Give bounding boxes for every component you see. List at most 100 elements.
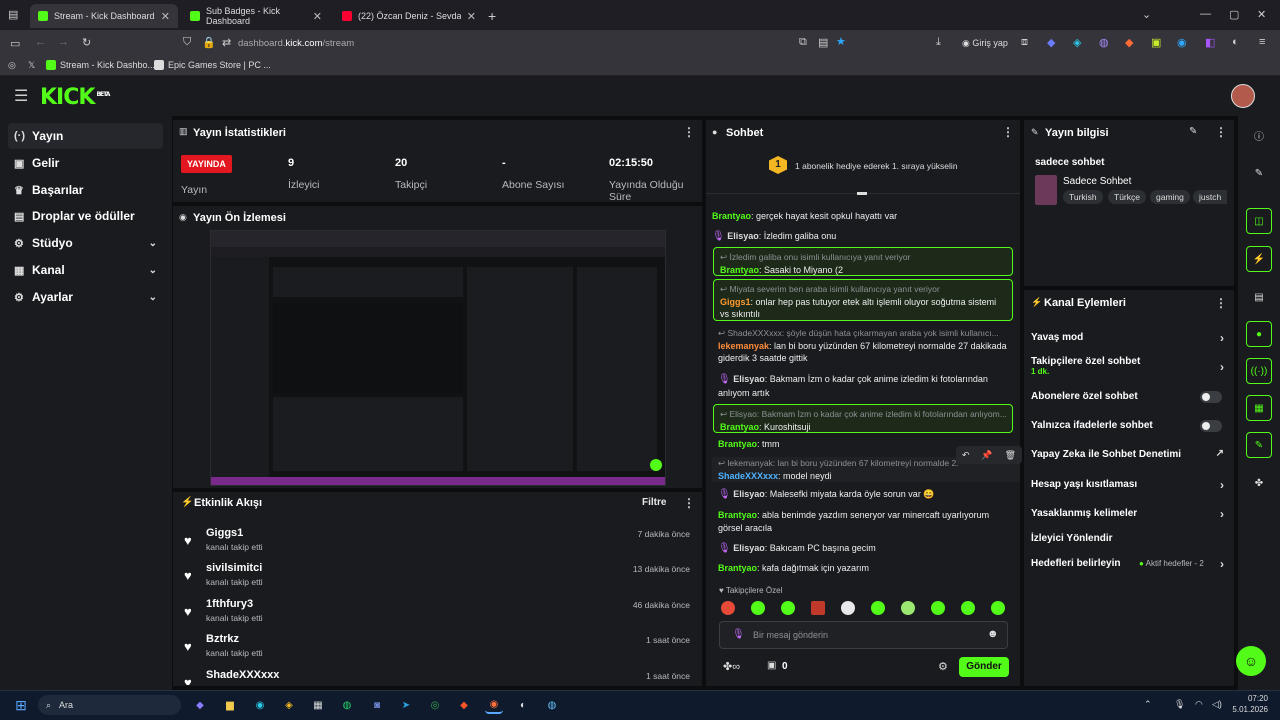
chat-icon[interactable]: ●: [1246, 321, 1272, 347]
clock[interactable]: 07:20 5.01.2026: [1232, 693, 1268, 715]
close-window-icon[interactable]: ✕: [1257, 8, 1266, 21]
emote[interactable]: [781, 601, 795, 615]
chat-username[interactable]: Brantyao: [718, 563, 757, 573]
bookmark-epic[interactable]: Epic Games Store | PC ...: [154, 60, 271, 70]
emote[interactable]: [811, 601, 825, 615]
sidebar-item-kanal[interactable]: ▦ Kanal ⌄: [8, 257, 163, 283]
subs-only-toggle[interactable]: [1200, 391, 1222, 403]
tag[interactable]: Turkish: [1063, 190, 1103, 204]
emote[interactable]: [841, 601, 855, 615]
ai-moderation-row[interactable]: Yapay Zeka ile Sohbet Denetimi ↗: [1031, 448, 1226, 469]
subs-only-row[interactable]: Abonelere özel sohbet: [1031, 391, 1226, 411]
extension-icon[interactable]: ◐: [1232, 36, 1239, 48]
x-logo-icon[interactable]: 𝕏: [28, 60, 35, 71]
activity-user[interactable]: ShadeXXXxxx: [206, 669, 279, 681]
reload-icon[interactable]: ↻: [82, 36, 91, 49]
obs-icon[interactable]: ◐: [514, 696, 532, 714]
kick-logo[interactable]: KICK BETA: [40, 85, 110, 110]
extension-icon[interactable]: ◈: [1073, 36, 1081, 49]
chat-username[interactable]: Elisyao: [733, 543, 765, 553]
whatsapp-icon[interactable]: ◍: [338, 696, 356, 714]
calculator-icon[interactable]: ▦: [309, 696, 327, 714]
extension-icon[interactable]: ▣: [1151, 36, 1161, 49]
emote[interactable]: [871, 601, 885, 615]
forward-icon[interactable]: →: [58, 36, 69, 48]
chrome-icon[interactable]: ◎: [426, 696, 444, 714]
stream-preview-video[interactable]: [210, 230, 666, 486]
stats-more-icon[interactable]: ⋮: [683, 125, 695, 139]
followers-only-row[interactable]: Takipçilere özel sohbet 1 dk. ›: [1031, 356, 1226, 380]
volume-icon[interactable]: ◁): [1212, 699, 1222, 710]
tab-dropdown-icon[interactable]: ⌄: [1142, 8, 1151, 21]
reader-icon[interactable]: ▤: [818, 36, 828, 49]
globe-icon[interactable]: ◎: [8, 60, 16, 71]
document-icon[interactable]: ▤: [1246, 284, 1272, 310]
actions-more-icon[interactable]: ⋮: [1215, 296, 1227, 310]
emote[interactable]: [931, 601, 945, 615]
emote[interactable]: [961, 601, 975, 615]
chat-username[interactable]: Brantyao: [712, 211, 751, 221]
extension-icon[interactable]: ◍: [1099, 36, 1109, 49]
chat-username[interactable]: Elisyao: [733, 374, 765, 384]
activity-more-icon[interactable]: ⋮: [683, 496, 695, 510]
emote[interactable]: [721, 601, 735, 615]
kick-points-icon[interactable]: ✤∞: [723, 660, 740, 673]
lightning-icon[interactable]: ⚡: [1246, 246, 1272, 272]
back-icon[interactable]: ←: [35, 36, 46, 48]
scroll-handle-icon[interactable]: ▬: [857, 187, 867, 198]
reply-icon[interactable]: ↶: [962, 450, 970, 461]
delete-icon[interactable]: 🗑: [1005, 450, 1016, 461]
wifi-icon[interactable]: ◠: [1195, 699, 1203, 710]
chat-username[interactable]: Giggs1: [720, 297, 751, 307]
chat-settings-icon[interactable]: ⚙: [938, 660, 948, 673]
chat-username[interactable]: ShadeXXXxxx: [718, 471, 778, 481]
layout-icon[interactable]: ▦: [1246, 395, 1272, 421]
minimize-icon[interactable]: —: [1200, 8, 1211, 20]
tab-stream-dashboard[interactable]: Stream - Kick Dashboard ✕: [30, 4, 178, 28]
login-button[interactable]: ◉ Giriş yap: [962, 38, 1008, 49]
chat-input[interactable]: 🎙 Bir mesaj gönderin ☻: [719, 621, 1008, 649]
broadcast-icon[interactable]: ((·)): [1246, 358, 1272, 384]
chat-username[interactable]: lekemanyak: [718, 341, 769, 351]
tag[interactable]: Türkçe: [1108, 190, 1146, 204]
info-more-icon[interactable]: ⋮: [1215, 125, 1227, 139]
support-fab-icon[interactable]: ☺: [1236, 646, 1266, 676]
emotes-only-toggle[interactable]: [1200, 420, 1222, 432]
sidebar-toggle-icon[interactable]: ▭: [10, 37, 20, 50]
info-icon[interactable]: ⓘ: [1246, 122, 1272, 148]
close-tab-icon[interactable]: ✕: [161, 10, 170, 23]
extension-icon[interactable]: ◧: [1205, 36, 1215, 49]
download-icon[interactable]: ⤓: [936, 36, 941, 49]
binance-icon[interactable]: ◈: [280, 696, 298, 714]
shield-icon[interactable]: ⛉: [183, 36, 191, 49]
chat-username[interactable]: Brantyao: [720, 265, 759, 275]
file-explorer-icon[interactable]: ▆: [221, 696, 239, 714]
bookmark-star-icon[interactable]: ★: [836, 35, 846, 48]
sidebar-item-studyo[interactable]: ⚙ Stüdyo ⌄: [8, 230, 163, 256]
steam-icon[interactable]: ◍: [543, 696, 561, 714]
tag[interactable]: justch: [1193, 190, 1227, 204]
telegram-icon[interactable]: ➤: [397, 696, 415, 714]
new-tab-icon[interactable]: +: [488, 8, 496, 24]
account-age-row[interactable]: Hesap yaşı kısıtlaması ›: [1031, 478, 1226, 499]
apps-icon[interactable]: ✤: [1246, 470, 1272, 496]
hamburger-menu-icon[interactable]: ☰: [14, 86, 28, 106]
emotes-only-row[interactable]: Yalnızca ifadelerle sohbet: [1031, 420, 1226, 440]
extension-icon[interactable]: ◆: [1125, 36, 1133, 49]
url-field[interactable]: dashboard.kick.com/stream: [238, 38, 354, 49]
extension-icon[interactable]: ◉: [1177, 36, 1187, 49]
pencil-icon[interactable]: ✎: [1246, 160, 1272, 186]
chat-username[interactable]: Elisyao: [733, 489, 765, 499]
category-thumbnail[interactable]: [1035, 175, 1057, 205]
windows-start-icon[interactable]: ⊞: [12, 696, 30, 714]
avatar[interactable]: [1231, 84, 1255, 108]
activity-user[interactable]: sivilsimitci: [206, 562, 262, 574]
screenshot-icon[interactable]: ⧉: [799, 36, 807, 49]
firefox-icon[interactable]: ◉: [485, 696, 503, 714]
emoji-icon[interactable]: ☻: [987, 628, 999, 640]
copilot-icon[interactable]: ◆: [191, 696, 209, 714]
activity-user[interactable]: 1fthfury3: [206, 598, 253, 610]
chat-username[interactable]: Brantyao: [718, 510, 757, 520]
gift-icon[interactable]: ▣: [767, 660, 776, 671]
brave-icon[interactable]: ◆: [455, 696, 473, 714]
